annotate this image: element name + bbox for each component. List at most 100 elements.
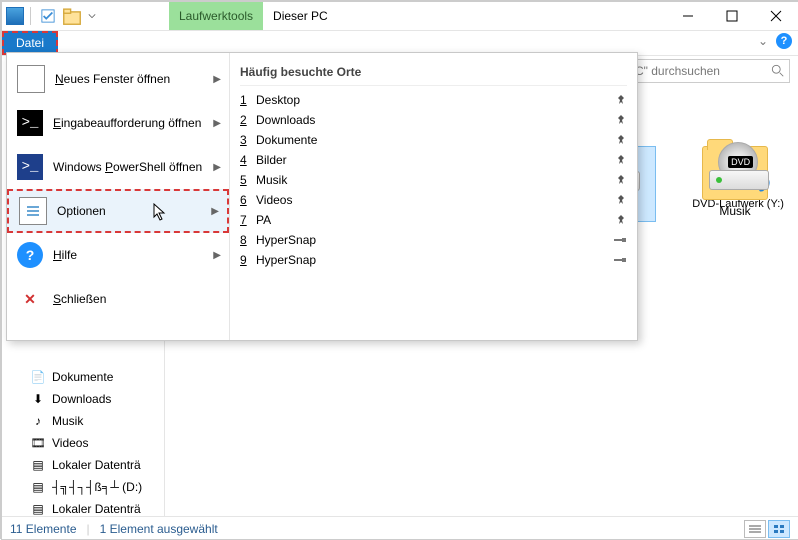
place-access-key: 9 [240, 253, 256, 267]
file-menu-item-cmd[interactable]: >_Eingabeaufforderung öffnen▶ [7, 101, 229, 145]
place-item[interactable]: 7PA [240, 210, 627, 230]
sidebar-item-label: Videos [52, 436, 88, 450]
place-label: Desktop [256, 93, 300, 107]
place-label: Bilder [256, 153, 287, 167]
pin-icon[interactable] [615, 194, 627, 206]
properties-icon[interactable] [37, 5, 59, 27]
new-folder-icon[interactable] [61, 5, 83, 27]
doc-icon: 📄 [30, 369, 46, 385]
place-label: PA [256, 213, 271, 227]
place-label: Videos [256, 193, 292, 207]
place-access-key: 4 [240, 153, 256, 167]
place-label: Dokumente [256, 133, 317, 147]
sidebar-item[interactable]: ▤ Lokaler Datenträ [2, 454, 164, 476]
pin-icon[interactable] [615, 214, 627, 226]
file-menu-places: Häufig besuchte Orte 1Desktop2Downloads3… [230, 53, 637, 340]
minimize-button[interactable] [666, 2, 710, 30]
chevron-right-icon: ▶ [213, 162, 221, 173]
pin-icon[interactable] [615, 174, 627, 186]
sidebar-item[interactable]: ♪Musik [2, 410, 164, 432]
place-access-key: 8 [240, 233, 256, 247]
ribbon-collapse-icon[interactable]: ⌄ [758, 34, 768, 48]
search-icon[interactable] [771, 64, 785, 78]
file-menu-item-opt[interactable]: Optionen ▶ [7, 189, 229, 233]
place-access-key: 2 [240, 113, 256, 127]
status-count: 11 Elemente [10, 522, 77, 536]
chevron-right-icon: ▶ [213, 118, 221, 129]
chevron-right-icon: ▶ [213, 74, 221, 85]
file-menu-item-label: Neues Fenster öffnen [55, 72, 170, 86]
pin-icon[interactable] [615, 134, 627, 146]
file-menu-item-new[interactable]: Neues Fenster öffnen ▶ [7, 57, 229, 101]
pin-icon[interactable] [615, 94, 627, 106]
sidebar-item-label: Dokumente [52, 370, 113, 384]
file-menu-item-help[interactable]: ?Hilfe▶ [7, 233, 229, 277]
window-title: Dieser PC [273, 9, 328, 23]
cursor-icon [153, 203, 167, 221]
sidebar-item[interactable]: ⬇ Downloads [2, 388, 164, 410]
sidebar-item-label: ┤╗┤┐┤ß╕┴ (D:) [52, 480, 142, 494]
search-placeholder: C" durchsuchen [635, 64, 720, 78]
file-menu-item-label: Schließen [53, 292, 106, 306]
sidebar-item-label: Lokaler Datenträ [52, 458, 141, 472]
drive-icon: ▤ [30, 457, 46, 473]
sidebar-item-label: Lokaler Datenträ [52, 502, 141, 516]
sidebar-item[interactable]: ▤ Lokaler Datenträ [2, 498, 164, 516]
file-menu-item-label: Eingabeaufforderung öffnen [53, 116, 201, 130]
place-label: Downloads [256, 113, 315, 127]
drive-icon: ▤ [30, 479, 46, 495]
view-icons-button[interactable] [768, 520, 790, 538]
qat-dropdown-icon[interactable] [85, 5, 99, 27]
sidebar-item[interactable]: 📄 Dokumente [2, 366, 164, 388]
place-item[interactable]: 1Desktop [240, 90, 627, 110]
help-icon[interactable]: ? [776, 33, 792, 49]
file-menu-item-close[interactable]: ✕Schließen [7, 277, 229, 321]
place-item[interactable]: 9HyperSnap [240, 250, 627, 270]
file-menu: Neues Fenster öffnen▶>_Eingabeaufforderu… [6, 52, 638, 341]
place-access-key: 1 [240, 93, 256, 107]
file-menu-commands: Neues Fenster öffnen▶>_Eingabeaufforderu… [7, 53, 230, 340]
place-label: Musik [256, 173, 287, 187]
drive-icon: ▤ [30, 501, 46, 516]
maximize-button[interactable] [710, 2, 754, 30]
place-label: HyperSnap [256, 233, 316, 247]
quick-access-toolbar [2, 2, 99, 30]
video-icon: 🎞 [30, 435, 46, 451]
contextual-tab-label[interactable]: Laufwerktools [169, 2, 263, 30]
pin-icon[interactable] [613, 235, 627, 245]
folder-label: Musik [702, 204, 768, 218]
dl-icon: ⬇ [30, 391, 46, 407]
sidebar-item-label: Musik [52, 414, 83, 428]
dvd-drive-icon: DVD [706, 146, 770, 194]
view-details-button[interactable] [744, 520, 766, 538]
title-bar: Laufwerktools Dieser PC [2, 2, 798, 31]
place-item[interactable]: 5Musik [240, 170, 627, 190]
place-access-key: 3 [240, 133, 256, 147]
file-menu-item-label: Windows PowerShell öffnen [53, 160, 202, 174]
close-button[interactable] [754, 2, 798, 30]
file-menu-item-ps[interactable]: >_Windows PowerShell öffnen▶ [7, 145, 229, 189]
place-access-key: 6 [240, 193, 256, 207]
pin-icon[interactable] [615, 154, 627, 166]
place-access-key: 5 [240, 173, 256, 187]
search-input[interactable]: C" durchsuchen [630, 59, 790, 83]
place-item[interactable]: 3Dokumente [240, 130, 627, 150]
place-item[interactable]: 2Downloads [240, 110, 627, 130]
chevron-right-icon: ▶ [213, 250, 221, 261]
place-item[interactable]: 4Bilder [240, 150, 627, 170]
place-access-key: 7 [240, 213, 256, 227]
sidebar-item[interactable]: 🎞 Videos [2, 432, 164, 454]
pin-icon[interactable] [615, 114, 627, 126]
place-item[interactable]: 8HyperSnap [240, 230, 627, 250]
sidebar-item-label: Downloads [52, 392, 111, 406]
system-icon[interactable] [4, 5, 26, 27]
status-selection: 1 Element ausgewählt [100, 522, 218, 536]
sidebar-item[interactable]: ▤ ┤╗┤┐┤ß╕┴ (D:) [2, 476, 164, 498]
place-item[interactable]: 6Videos [240, 190, 627, 210]
places-header: Häufig besuchte Orte [240, 59, 627, 86]
status-bar: 11 Elemente | 1 Element ausgewählt [2, 516, 798, 540]
file-menu-item-label: Optionen [57, 204, 106, 218]
chevron-right-icon: ▶ [211, 206, 219, 217]
pin-icon[interactable] [613, 255, 627, 265]
file-menu-item-label: Hilfe [53, 248, 77, 262]
